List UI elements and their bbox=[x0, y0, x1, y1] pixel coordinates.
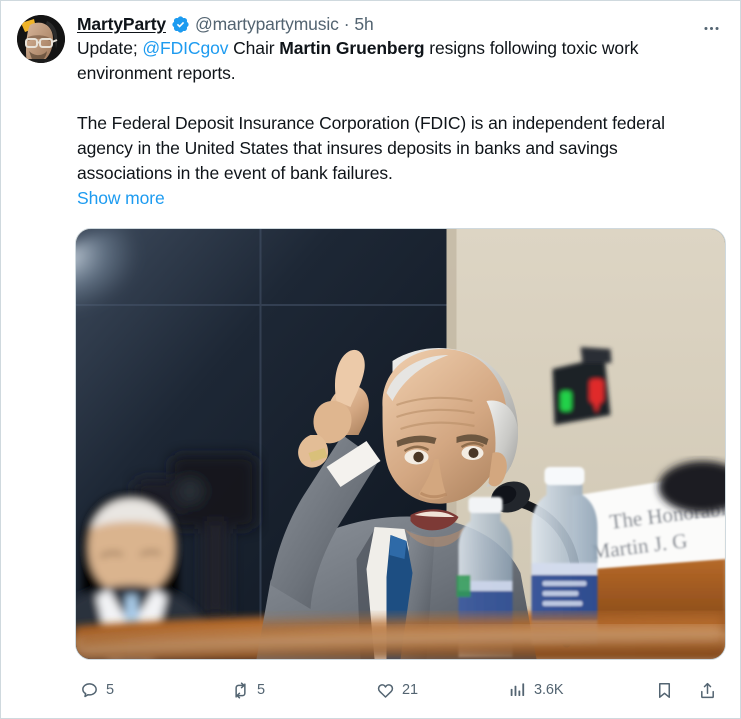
author-line: MartyParty @martypartymusic · 5h bbox=[77, 13, 692, 35]
tweet-text: Update; @FDICgov Chair Martin Gruenberg … bbox=[77, 36, 692, 186]
author-handle[interactable]: @martypartymusic bbox=[195, 13, 339, 35]
reply-count: 5 bbox=[106, 681, 114, 698]
tweet-text-segment: Update; bbox=[77, 38, 143, 58]
repost-icon bbox=[230, 680, 250, 700]
views-count: 3.6K bbox=[534, 681, 564, 698]
bookmark-icon bbox=[654, 680, 674, 700]
tweet-header: MartyParty @martypartymusic · 5h Update;… bbox=[1, 1, 740, 211]
tweet-text-segment: Chair bbox=[228, 38, 280, 58]
repost-count: 5 bbox=[257, 681, 265, 698]
reply-button[interactable]: 5 bbox=[79, 680, 114, 700]
tweet-media[interactable]: The Honorable Martin J. G bbox=[75, 228, 726, 660]
tweet-card[interactable]: MartyParty @martypartymusic · 5h Update;… bbox=[0, 0, 741, 719]
avatar[interactable] bbox=[17, 15, 65, 63]
verified-badge-icon[interactable] bbox=[171, 15, 190, 34]
tweet-text-bold: Martin Gruenberg bbox=[279, 38, 425, 58]
more-options-button[interactable] bbox=[696, 17, 726, 39]
mention-link-fdicgov[interactable]: @FDICgov bbox=[142, 38, 228, 58]
share-icon bbox=[697, 680, 717, 700]
like-icon bbox=[375, 680, 395, 700]
tweet-header-body: MartyParty @martypartymusic · 5h Update;… bbox=[65, 13, 696, 211]
views-icon bbox=[507, 680, 527, 700]
like-button[interactable]: 21 bbox=[375, 680, 418, 700]
ellipsis-icon bbox=[703, 26, 719, 30]
separator-dot: · bbox=[343, 14, 350, 34]
show-more-link[interactable]: Show more bbox=[77, 186, 165, 211]
timestamp[interactable]: 5h bbox=[354, 13, 373, 35]
bookmark-button[interactable] bbox=[654, 680, 681, 700]
share-button[interactable] bbox=[697, 680, 724, 700]
author-display-name[interactable]: MartyParty bbox=[77, 13, 166, 35]
reply-icon bbox=[79, 680, 99, 700]
tweet-action-bar: 5 5 21 3.6K bbox=[75, 670, 726, 710]
tweet-paragraph-2: The Federal Deposit Insurance Corporatio… bbox=[77, 113, 665, 183]
hearing-photo: The Honorable Martin J. G bbox=[76, 229, 725, 659]
views-button[interactable]: 3.6K bbox=[507, 680, 564, 700]
repost-button[interactable]: 5 bbox=[230, 680, 265, 700]
like-count: 21 bbox=[402, 681, 418, 698]
